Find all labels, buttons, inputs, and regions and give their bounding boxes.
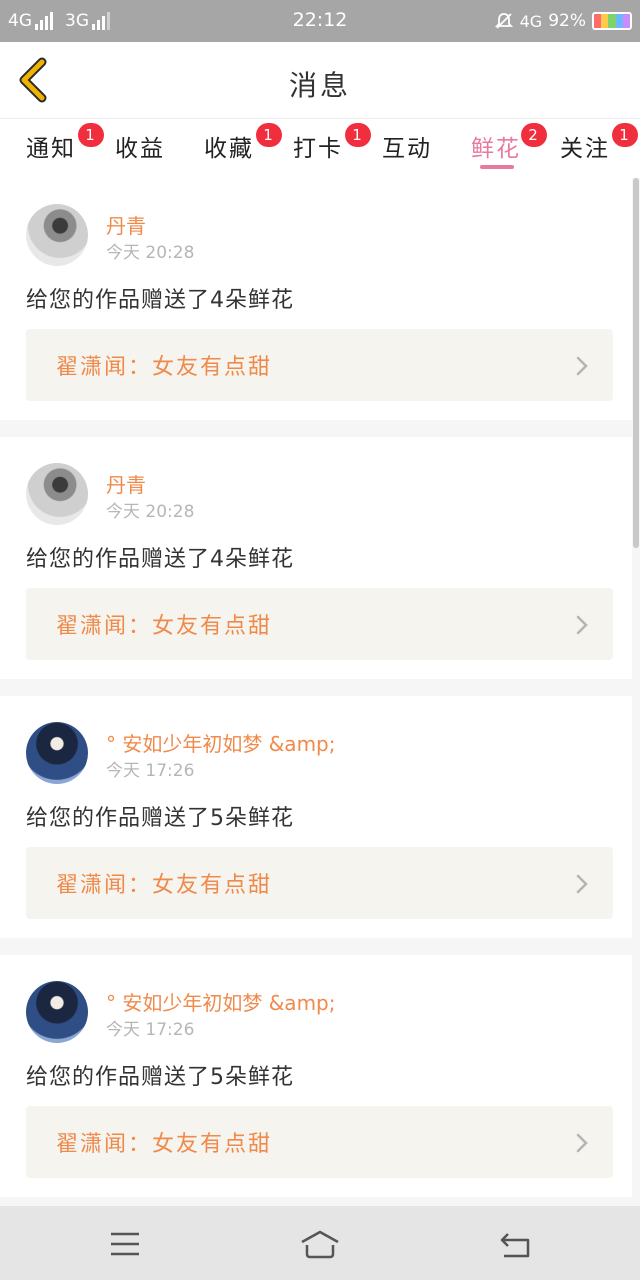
work-title: 翟潇闻：女友有点甜 xyxy=(56,1132,273,1157)
message-card: 丹青 今天 20:28 给您的作品赠送了4朵鲜花 翟潇闻：女友有点甜 xyxy=(0,178,632,420)
tab-label: 打卡 xyxy=(293,136,343,162)
unread-badge: 1 xyxy=(256,123,282,147)
message-card: 丹青 今天 20:28 给您的作品赠送了4朵鲜花 翟潇闻：女友有点甜 xyxy=(0,437,632,679)
message-time: 今天 17:26 xyxy=(106,1020,195,1040)
message-card: ° 安如少年初如梦 &amp; 今天 17:26 给您的作品赠送了5朵鲜花 翟潇… xyxy=(0,955,632,1197)
message-time: 今天 20:28 xyxy=(106,502,195,522)
tab-earnings[interactable]: 收益 xyxy=(115,129,165,173)
menu-icon[interactable] xyxy=(103,1224,147,1264)
message-card: ° 安如少年初如梦 &amp; 今天 17:26 给您的作品赠送了5朵鲜花 翟潇… xyxy=(0,696,632,938)
tab-flowers[interactable]: 鲜花 2 xyxy=(471,123,547,173)
header: 消息 xyxy=(0,42,640,118)
battery-percent: 92% xyxy=(548,11,586,31)
work-title: 翟潇闻：女友有点甜 xyxy=(56,873,273,898)
avatar[interactable] xyxy=(26,722,88,784)
status-bar: 4G 3G 22:12 4G 92% xyxy=(0,0,640,42)
message-text: 给您的作品赠送了5朵鲜花 xyxy=(26,806,294,831)
system-nav-bar xyxy=(0,1206,640,1280)
message-text: 给您的作品赠送了4朵鲜花 xyxy=(26,288,294,313)
chevron-right-icon xyxy=(576,874,588,894)
message-time: 今天 17:26 xyxy=(106,761,195,781)
scrollbar[interactable] xyxy=(633,178,639,548)
active-tab-indicator xyxy=(480,165,514,169)
tab-label: 互动 xyxy=(382,136,432,162)
tab-checkin[interactable]: 打卡 1 xyxy=(293,123,371,173)
sender-name[interactable]: 丹青 xyxy=(106,469,146,498)
message-list[interactable]: 丹青 今天 20:28 给您的作品赠送了4朵鲜花 翟潇闻：女友有点甜 丹青 今天… xyxy=(0,178,640,1206)
message-text: 给您的作品赠送了4朵鲜花 xyxy=(26,547,294,572)
home-icon[interactable] xyxy=(298,1224,342,1264)
chevron-right-icon xyxy=(576,1133,588,1153)
tab-favorites[interactable]: 收藏 1 xyxy=(204,123,282,173)
avatar[interactable] xyxy=(26,463,88,525)
message-text: 给您的作品赠送了5朵鲜花 xyxy=(26,1065,294,1090)
tab-bar: 通知 1 收益 收藏 1 打卡 1 互动 鲜花 2 关注 1 xyxy=(0,118,640,174)
tab-interaction[interactable]: 互动 xyxy=(382,129,432,173)
sender-name[interactable]: ° 安如少年初如梦 &amp; xyxy=(106,987,335,1016)
tab-label: 鲜花 xyxy=(471,136,521,162)
avatar[interactable] xyxy=(26,204,88,266)
work-title: 翟潇闻：女友有点甜 xyxy=(56,614,273,639)
tab-label: 收益 xyxy=(115,136,165,162)
back-icon[interactable] xyxy=(494,1224,538,1264)
work-link[interactable]: 翟潇闻：女友有点甜 xyxy=(26,1106,613,1178)
status-right: 4G 92% xyxy=(494,10,632,32)
sender-name[interactable]: ° 安如少年初如梦 &amp; xyxy=(106,728,335,757)
work-link[interactable]: 翟潇闻：女友有点甜 xyxy=(26,588,613,660)
mute-icon xyxy=(494,13,513,29)
page-title: 消息 xyxy=(288,69,351,102)
message-time: 今天 20:28 xyxy=(106,243,195,263)
unread-badge: 1 xyxy=(345,123,371,147)
chevron-right-icon xyxy=(576,356,588,376)
work-title: 翟潇闻：女友有点甜 xyxy=(56,355,273,380)
network-type-right: 4G xyxy=(519,11,543,31)
work-link[interactable]: 翟潇闻：女友有点甜 xyxy=(26,329,613,401)
tab-label: 通知 xyxy=(26,136,76,162)
battery-icon xyxy=(592,12,632,30)
work-link[interactable]: 翟潇闻：女友有点甜 xyxy=(26,847,613,919)
unread-badge: 1 xyxy=(78,123,104,147)
avatar[interactable] xyxy=(26,981,88,1043)
unread-badge: 1 xyxy=(612,123,638,147)
tab-follow[interactable]: 关注 1 xyxy=(560,123,638,173)
sender-name[interactable]: 丹青 xyxy=(106,210,146,239)
tab-notifications[interactable]: 通知 1 xyxy=(26,123,104,173)
unread-badge: 2 xyxy=(521,123,547,147)
tab-label: 关注 xyxy=(560,136,610,162)
chevron-right-icon xyxy=(576,615,588,635)
tab-label: 收藏 xyxy=(204,136,254,162)
